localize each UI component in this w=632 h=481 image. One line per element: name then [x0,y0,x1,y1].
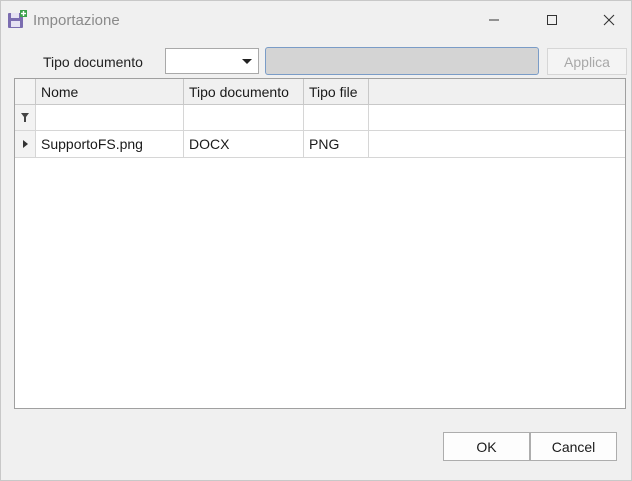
filter-cell-nome[interactable] [36,105,184,131]
column-header-tipo-file[interactable]: Tipo file [304,79,369,105]
close-button[interactable] [586,1,632,39]
table-row[interactable]: SupportoFS.png DOCX PNG [15,131,625,158]
import-dialog: Importazione Tipo documento Applica Nome… [0,0,632,481]
column-header-nome[interactable]: Nome [36,79,184,105]
maximize-icon [547,15,557,25]
column-header-filler [369,79,625,105]
grid-filter-row [15,105,625,131]
save-import-icon [8,10,27,28]
filter-row-indicator [15,105,36,131]
files-grid[interactable]: Nome Tipo documento Tipo file SupportoFS… [14,78,626,409]
window-title: Importazione [33,12,120,29]
filter-text-field[interactable] [265,47,539,75]
row-indicator[interactable] [15,131,36,158]
filter-cell-filler [369,105,625,131]
grid-header-row: Nome Tipo documento Tipo file [15,79,625,105]
row-header-corner [15,79,36,105]
column-header-tipo-documento[interactable]: Tipo documento [184,79,304,105]
title-bar: Importazione [1,1,631,39]
cell-filler [369,131,625,158]
tipo-documento-label: Tipo documento [43,54,143,70]
filter-cell-tipo-file[interactable] [304,105,369,131]
cancel-button[interactable]: Cancel [530,432,617,461]
cell-tipo-documento[interactable]: DOCX [184,131,304,158]
apply-button[interactable]: Applica [547,48,627,75]
maximize-button[interactable] [529,1,575,39]
cell-tipo-file[interactable]: PNG [304,131,369,158]
current-row-icon [22,140,28,148]
cell-nome[interactable]: SupportoFS.png [36,131,184,158]
ok-button[interactable]: OK [443,432,530,461]
filter-icon [21,112,29,122]
dropdown-arrow-icon[interactable] [242,59,252,64]
minimize-icon [489,19,499,21]
tipo-documento-dropdown[interactable] [165,48,259,74]
filter-cell-tipo-documento[interactable] [184,105,304,131]
close-icon [603,14,615,26]
minimize-button[interactable] [471,1,517,39]
